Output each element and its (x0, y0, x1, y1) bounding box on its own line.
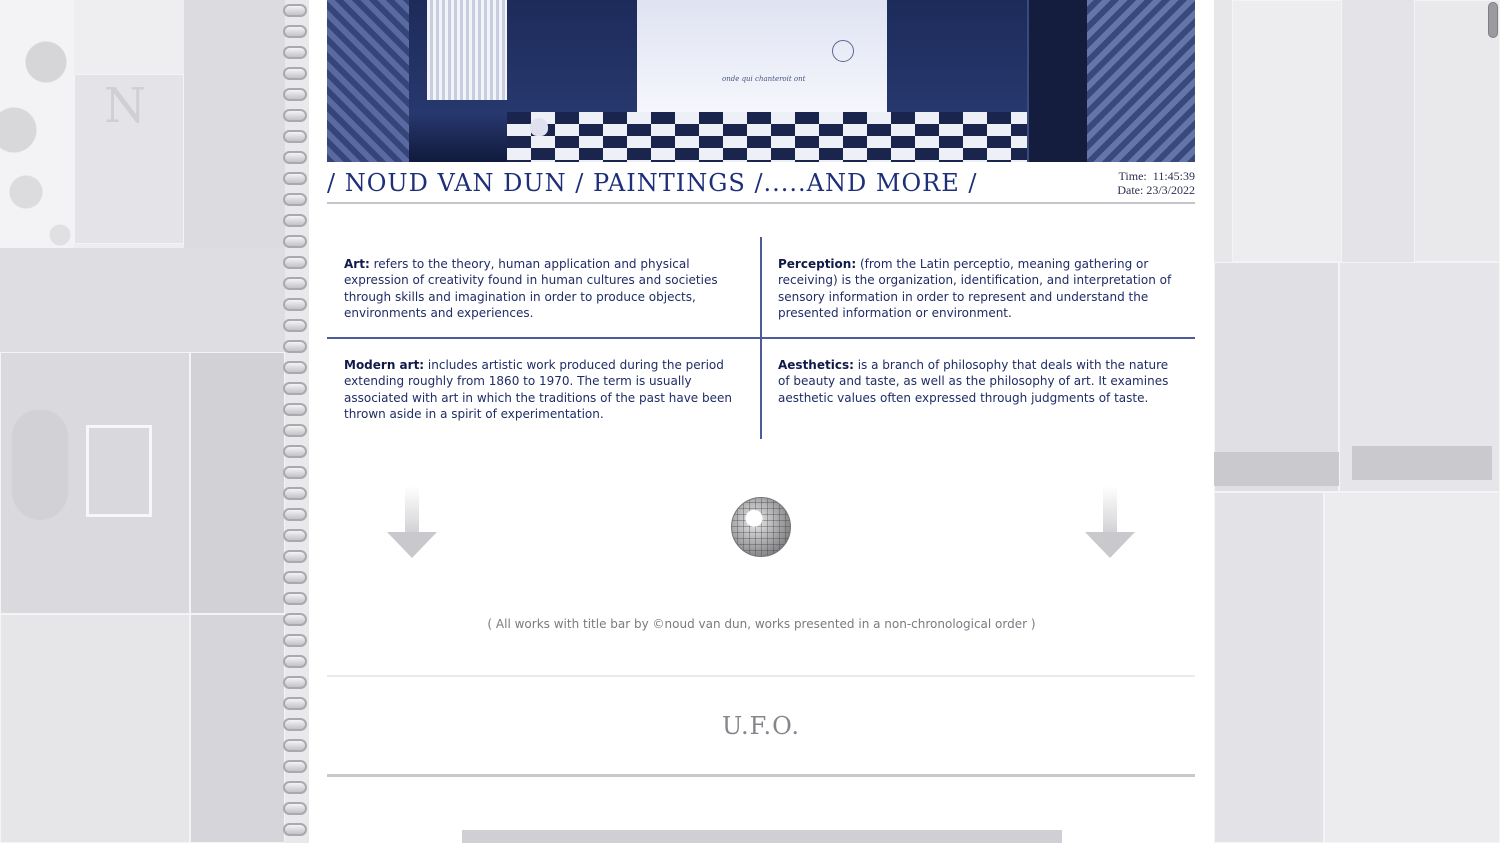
spiral-ring (283, 361, 307, 374)
spiral-ring (283, 319, 307, 332)
scrollbar-thumb[interactable] (1488, 2, 1498, 38)
definitions-grid: Art: refers to the theory, human applica… (327, 237, 1195, 439)
spiral-ring (283, 151, 307, 164)
spiral-ring (283, 592, 307, 605)
compass-rose-icon (832, 40, 854, 62)
artwork-image[interactable] (462, 830, 1062, 843)
grid-divider-horizontal (327, 337, 1195, 339)
background-collage-left: N (0, 0, 285, 843)
antler-trophy-image (12, 410, 68, 520)
background-panel (0, 614, 190, 843)
down-arrow-icon[interactable] (387, 486, 437, 560)
spiral-ring (283, 256, 307, 269)
spiral-ring (283, 718, 307, 731)
spiral-ring (283, 739, 307, 752)
background-panel (190, 614, 285, 843)
spiral-ring (283, 487, 307, 500)
definition-perception: Perception: (from the Latin perceptio, m… (778, 256, 1178, 321)
spiral-ring (283, 571, 307, 584)
site-title[interactable]: / NOUD VAN DUN / PAINTINGS /.....AND MOR… (327, 169, 977, 197)
date-time-display: Time: 11:45:39 Date: 23/3/2022 (1117, 169, 1195, 197)
background-panel (1232, 0, 1342, 262)
credit-note: ( All works with title bar by ©noud van … (487, 617, 1036, 631)
spiral-ring (283, 4, 307, 17)
time-row: Time: 11:45:39 (1117, 169, 1195, 183)
definition-aesthetics: Aesthetics: is a branch of philosophy th… (778, 357, 1178, 406)
spiral-ring (283, 403, 307, 416)
lace-curtain (427, 0, 507, 100)
spiral-ring (283, 298, 307, 311)
definition-term: Perception: (778, 257, 857, 271)
spiral-ring (283, 697, 307, 710)
spiral-ring (283, 340, 307, 353)
spiral-ring (283, 88, 307, 101)
notebook-page: onde qui chanteroit ont / NOUD VAN DUN /… (309, 0, 1214, 843)
page-scrollbar[interactable] (1486, 0, 1500, 843)
spiral-ring (283, 277, 307, 290)
background-panel (1324, 492, 1500, 843)
spiral-ring (283, 109, 307, 122)
date-value: 23/3/2022 (1146, 183, 1195, 197)
date-row: Date: 23/3/2022 (1117, 183, 1195, 197)
picture-frame-image (86, 425, 152, 517)
time-label: Time: (1118, 169, 1147, 183)
spiral-ring (283, 529, 307, 542)
definition-text: refers to the theory, human application … (344, 257, 718, 320)
spiral-ring (283, 760, 307, 773)
spiral-ring (283, 130, 307, 143)
down-arrow-icon[interactable] (1085, 486, 1135, 560)
definition-modern-art: Modern art: includes artistic work produ… (344, 357, 744, 422)
checkered-floor (507, 112, 1077, 162)
spiral-ring (283, 67, 307, 80)
spiral-ring (283, 46, 307, 59)
definition-term: Modern art: (344, 358, 425, 372)
spiral-ring (283, 214, 307, 227)
definition-art: Art: refers to the theory, human applica… (344, 256, 744, 321)
spiral-ring (283, 655, 307, 668)
disco-ball-icon[interactable] (731, 497, 791, 557)
header-banner-image: onde qui chanteroit ont (327, 0, 1195, 162)
spiral-ring (283, 676, 307, 689)
hedge-image (1352, 446, 1492, 480)
time-value: 11:45:39 (1152, 169, 1195, 183)
vase-icon (530, 118, 548, 136)
spiral-ring (283, 193, 307, 206)
spiral-ring (283, 382, 307, 395)
seascape-caption: onde qui chanteroit ont (722, 75, 806, 83)
definition-term: Aesthetics: (778, 358, 854, 372)
spiral-ring (283, 466, 307, 479)
spiral-ring (283, 25, 307, 38)
spiral-ring (283, 823, 307, 836)
section-header: U.F.O. (327, 675, 1195, 777)
spiral-ring (283, 424, 307, 437)
spiral-ring (283, 172, 307, 185)
spiral-ring (283, 634, 307, 647)
spiral-ring (283, 445, 307, 458)
hedge-image (1214, 452, 1339, 486)
spiral-ring (283, 781, 307, 794)
background-letter: N (104, 78, 146, 134)
spiral-ring (283, 508, 307, 521)
wallpaper-pattern (327, 0, 409, 162)
wallpaper-pattern (1087, 0, 1195, 162)
definition-term: Art: (344, 257, 370, 271)
background-collage-right (1214, 0, 1500, 843)
background-panel (1214, 492, 1324, 843)
section-title: U.F.O. (721, 712, 801, 740)
background-panel (190, 352, 285, 614)
spiral-ring (283, 802, 307, 815)
spiral-ring (283, 613, 307, 626)
spiral-ring (283, 550, 307, 563)
spiral-ring (283, 235, 307, 248)
date-label: Date: (1117, 183, 1144, 197)
title-bar: / NOUD VAN DUN / PAINTINGS /.....AND MOR… (327, 168, 1195, 204)
spiral-binding (280, 0, 310, 843)
